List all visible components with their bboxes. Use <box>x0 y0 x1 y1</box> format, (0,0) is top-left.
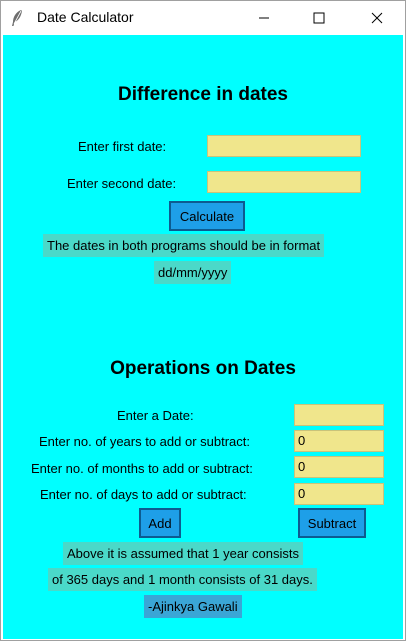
date-field[interactable] <box>294 404 384 426</box>
calculate-button[interactable]: Calculate <box>169 201 245 231</box>
add-button[interactable]: Add <box>139 508 181 538</box>
date-label: Enter a Date: <box>117 408 194 423</box>
app-window: Date Calculator Difference in dates Ente… <box>0 0 406 641</box>
second-date-label: Enter second date: <box>67 176 177 191</box>
operations-heading: Operations on Dates <box>110 358 296 379</box>
first-date-field[interactable] <box>207 135 361 157</box>
window-title: Date Calculator <box>37 9 134 25</box>
title-bar[interactable]: Date Calculator <box>1 1 405 35</box>
second-date-field[interactable] <box>207 171 361 193</box>
minimize-button[interactable] <box>241 1 287 35</box>
years-label: Enter no. of years to add or subtract: <box>39 434 251 449</box>
years-field[interactable]: 0 <box>294 430 384 452</box>
days-label: Enter no. of days to add or subtract: <box>40 487 247 502</box>
maximize-icon <box>313 12 325 24</box>
maximize-button[interactable] <box>296 1 342 35</box>
subtract-button[interactable]: Subtract <box>298 508 366 538</box>
assumption-note-line2: of 365 days and 1 month consists of 31 d… <box>48 568 317 591</box>
days-field[interactable]: 0 <box>294 483 384 505</box>
difference-heading: Difference in dates <box>118 84 288 105</box>
assumption-note-line1: Above it is assumed that 1 year consists <box>63 542 303 565</box>
format-note-line2: dd/mm/yyyy <box>154 261 232 284</box>
close-icon <box>371 12 383 24</box>
months-field[interactable]: 0 <box>294 456 384 478</box>
months-label: Enter no. of months to add or subtract: <box>31 461 253 476</box>
first-date-label: Enter first date: <box>78 139 167 154</box>
client-area: Difference in dates Enter first date: En… <box>3 35 403 639</box>
close-button[interactable] <box>354 1 400 35</box>
author-label: -Ajinkya Gawali <box>144 595 242 618</box>
feather-icon <box>12 10 22 26</box>
minimize-icon <box>259 17 269 19</box>
format-note-line1: The dates in both programs should be in … <box>43 234 325 257</box>
